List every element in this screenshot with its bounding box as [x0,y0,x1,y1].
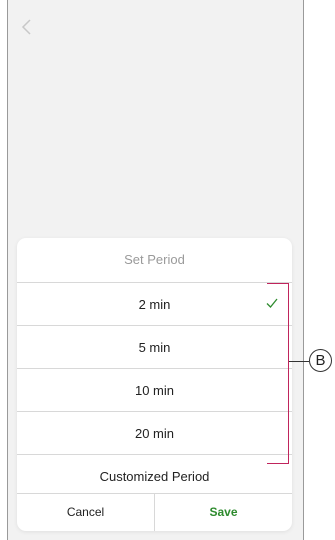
back-chevron-icon[interactable] [20,17,34,37]
period-option-5-min[interactable]: 5 min [17,325,292,368]
annotation-bracket [267,283,289,464]
sheet-footer: Cancel Save [17,493,292,531]
option-label: 5 min [138,340,171,355]
option-label: 20 min [134,426,175,441]
option-label: 2 min [138,297,171,312]
cancel-button[interactable]: Cancel [17,494,155,531]
period-option-10-min[interactable]: 10 min [17,368,292,411]
set-period-sheet: Set Period 2 min 5 min 10 min 20 min Cus… [17,238,292,531]
save-button[interactable]: Save [155,494,292,531]
period-option-20-min[interactable]: 20 min [17,411,292,454]
option-label: 10 min [134,383,175,398]
option-label: Customized Period [99,469,210,484]
sheet-title: Set Period [124,252,185,267]
annotation-leader-line [289,361,309,362]
period-option-2-min[interactable]: 2 min [17,282,292,325]
annotation-callout-b: B [309,349,332,372]
period-option-customized[interactable]: Customized Period [17,454,292,497]
